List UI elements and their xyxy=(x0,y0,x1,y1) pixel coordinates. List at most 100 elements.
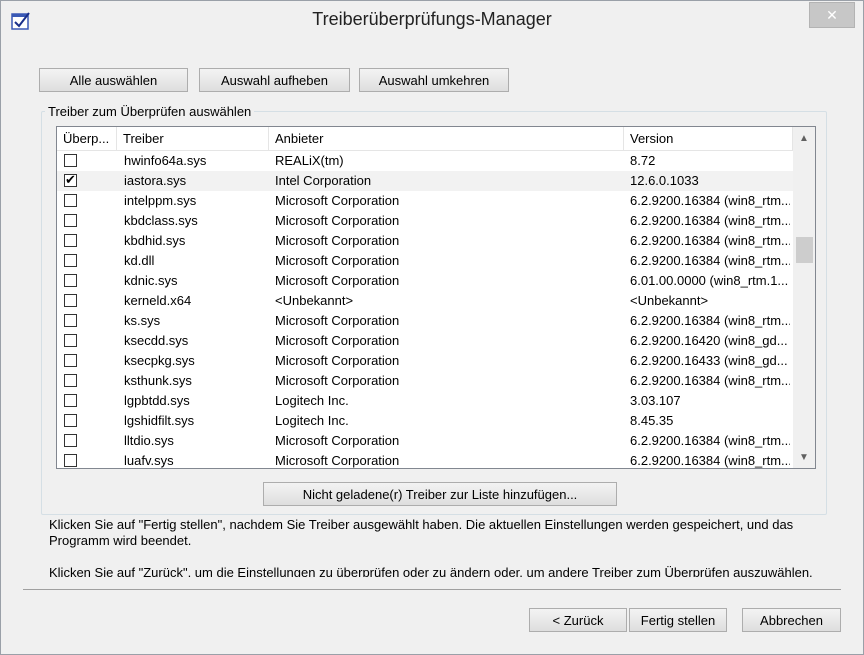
vendor-name: Logitech Inc. xyxy=(275,413,349,428)
vertical-scrollbar[interactable]: ▲ ▼ xyxy=(793,127,815,468)
verify-checkbox[interactable] xyxy=(64,354,77,367)
verify-checkbox[interactable] xyxy=(64,414,77,427)
list-item[interactable]: luafv.sys Microsoft Corporation 6.2.9200.1… xyxy=(57,451,793,468)
driver-name: ksthunk.sys xyxy=(124,373,192,388)
version-text: 6.2.9200.16384 (win8_rtm... xyxy=(630,193,790,208)
verify-checkbox[interactable] xyxy=(64,214,77,227)
info-text: Klicken Sie auf "Fertig stellen", nachde… xyxy=(49,517,829,577)
verify-checkbox[interactable] xyxy=(64,374,77,387)
driver-name: kd.dll xyxy=(124,253,155,268)
column-vendor[interactable]: Anbieter xyxy=(269,127,624,151)
driver-name: kbdclass.sys xyxy=(124,213,198,228)
vendor-name: Microsoft Corporation xyxy=(275,333,400,348)
info-back-text: Klicken Sie auf "Zurück", um die Einstel… xyxy=(49,565,813,577)
scroll-thumb[interactable] xyxy=(796,237,813,263)
driver-name: ksecpkg.sys xyxy=(124,353,195,368)
verify-checkbox[interactable] xyxy=(64,254,77,267)
deselect-button[interactable]: Auswahl aufheben xyxy=(199,68,350,92)
invert-selection-button[interactable]: Auswahl umkehren xyxy=(359,68,509,92)
driver-name: ks.sys xyxy=(124,313,161,328)
version-text: 8.45.35 xyxy=(630,413,674,428)
list-item[interactable]: ks.sys Microsoft Corporation 6.2.9200.1638… xyxy=(57,311,793,331)
version-text: 3.03.107 xyxy=(630,393,681,408)
list-item[interactable]: kdnic.sys Microsoft Corporation 6.01.00.00… xyxy=(57,271,793,291)
verify-checkbox[interactable] xyxy=(64,394,77,407)
version-text: 6.2.9200.16384 (win8_rtm... xyxy=(630,433,790,448)
list-item[interactable]: lltdio.sys Microsoft Corporation 6.2.9200.… xyxy=(57,431,793,451)
driver-name: lltdio.sys xyxy=(124,433,174,448)
vendor-name: Microsoft Corporation xyxy=(275,213,400,228)
version-text: 6.2.9200.16433 (win8_gd... xyxy=(630,353,788,368)
window-title: Treiberüberprüfungs-Manager xyxy=(312,9,552,29)
cancel-button[interactable]: Abbrechen xyxy=(742,608,841,632)
vendor-name: REALiX(tm) xyxy=(275,153,344,168)
back-button[interactable]: < Zurück xyxy=(529,608,627,632)
version-text: 6.2.9200.16384 (win8_rtm... xyxy=(630,313,790,328)
column-version[interactable]: Version xyxy=(624,127,793,151)
version-text: 8.72 xyxy=(630,153,656,168)
driver-name: kerneld.x64 xyxy=(124,293,192,308)
verify-checkbox[interactable] xyxy=(64,234,77,247)
vendor-name: Microsoft Corporation xyxy=(275,253,400,268)
vendor-name: Microsoft Corporation xyxy=(275,313,400,328)
verify-checkbox[interactable] xyxy=(64,274,77,287)
add-unloaded-drivers-button[interactable]: Nicht geladene(r) Treiber zur Liste hinz… xyxy=(263,482,617,506)
group-legend: Treiber zum Überprüfen auswählen xyxy=(45,104,255,119)
driver-name: luafv.sys xyxy=(124,453,174,468)
version-text: 6.2.9200.16384 (win8_rtm... xyxy=(630,213,790,228)
vendor-name: Intel Corporation xyxy=(275,173,372,188)
list-item[interactable]: ksecpkg.sys Microsoft Corporation 6.2.9200… xyxy=(57,351,793,371)
verify-checkbox[interactable] xyxy=(64,154,77,167)
info-finish-text: Klicken Sie auf "Fertig stellen", nachde… xyxy=(49,517,794,548)
list-item[interactable]: kbdclass.sys Microsoft Corporation 6.2.920… xyxy=(57,211,793,231)
title-bar: Treiberüberprüfungs-Manager ✕ xyxy=(1,1,863,39)
verify-checkbox[interactable] xyxy=(64,334,77,347)
vendor-name: Microsoft Corporation xyxy=(275,233,400,248)
version-text: 6.01.00.0000 (win8_rtm.1... xyxy=(630,273,789,288)
driver-name: lgpbtdd.sys xyxy=(124,393,190,408)
list-item[interactable]: lgpbtdd.sys Logitech Inc. 3.03.107 xyxy=(57,391,793,411)
vendor-name: Microsoft Corporation xyxy=(275,273,400,288)
footer-separator xyxy=(23,589,841,590)
vendor-name: Logitech Inc. xyxy=(275,393,349,408)
list-item[interactable]: kd.dll Microsoft Corporation 6.2.9200.1638… xyxy=(57,251,793,271)
list-header: Überp... Treiber Anbieter Version xyxy=(57,127,793,151)
driver-name: hwinfo64a.sys xyxy=(124,153,207,168)
verify-checkbox[interactable] xyxy=(64,434,77,447)
list-item[interactable]: iastora.sys Intel Corporation 12.6.0.1033 xyxy=(57,171,793,191)
verify-checkbox[interactable] xyxy=(64,194,77,207)
list-item[interactable]: kbdhid.sys Microsoft Corporation 6.2.9200.… xyxy=(57,231,793,251)
driver-name: iastora.sys xyxy=(124,173,187,188)
vendor-name: <Unbekannt> xyxy=(275,293,354,308)
list-item[interactable]: lgshidfilt.sys Logitech Inc. 8.45.35 xyxy=(57,411,793,431)
verify-checkbox[interactable] xyxy=(64,454,77,467)
vendor-name: Microsoft Corporation xyxy=(275,193,400,208)
close-icon: ✕ xyxy=(826,6,838,23)
verify-checkbox[interactable] xyxy=(64,294,77,307)
scroll-down-icon[interactable]: ▼ xyxy=(793,446,815,468)
driver-name: kdnic.sys xyxy=(124,273,178,288)
list-item[interactable]: hwinfo64a.sys REALiX(tm) 8.72 xyxy=(57,151,793,171)
driver-list[interactable]: Überp... Treiber Anbieter Version hwinfo… xyxy=(56,126,816,469)
vendor-name: Microsoft Corporation xyxy=(275,353,400,368)
driver-name: lgshidfilt.sys xyxy=(124,413,195,428)
verify-checkbox[interactable] xyxy=(64,171,77,191)
column-driver[interactable]: Treiber xyxy=(117,127,269,151)
verify-checkbox[interactable] xyxy=(64,314,77,327)
column-verify[interactable]: Überp... xyxy=(57,127,117,151)
version-text: 6.2.9200.16384 (win8_rtm... xyxy=(630,373,790,388)
driver-name: ksecdd.sys xyxy=(124,333,189,348)
list-item[interactable]: kerneld.x64 <Unbekannt> <Unbekannt> xyxy=(57,291,793,311)
driver-name: intelppm.sys xyxy=(124,193,197,208)
finish-button[interactable]: Fertig stellen xyxy=(629,608,727,632)
list-item[interactable]: intelppm.sys Microsoft Corporation 6.2.920… xyxy=(57,191,793,211)
list-item[interactable]: ksecdd.sys Microsoft Corporation 6.2.9200.… xyxy=(57,331,793,351)
vendor-name: Microsoft Corporation xyxy=(275,453,400,468)
version-text: 6.2.9200.16384 (win8_rtm... xyxy=(630,233,790,248)
version-text: 6.2.9200.16384 (win8_rtm... xyxy=(630,453,790,468)
vendor-name: Microsoft Corporation xyxy=(275,433,400,448)
list-item[interactable]: ksthunk.sys Microsoft Corporation 6.2.9200… xyxy=(57,371,793,391)
select-all-button[interactable]: Alle auswählen xyxy=(39,68,188,92)
scroll-up-icon[interactable]: ▲ xyxy=(793,127,815,149)
close-button[interactable]: ✕ xyxy=(809,2,855,28)
